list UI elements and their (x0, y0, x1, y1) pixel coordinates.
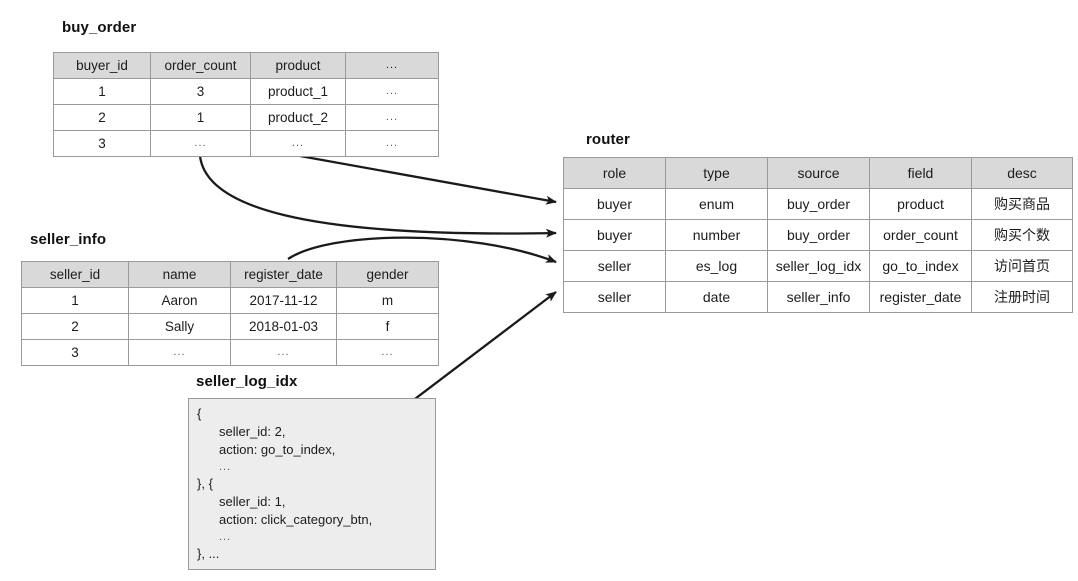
table-row: 3 ... ... ... (21, 339, 439, 366)
arrow-sellerinfo-registerdate-to-router-row4 (287, 236, 557, 264)
code-line: action: click_category_btn, (219, 512, 373, 527)
cell: date (665, 281, 768, 313)
code-line: seller_id: 1, (219, 494, 286, 509)
router-table: role type source field desc buyer enum b… (563, 157, 1073, 313)
table-header-row: seller_id name register_date gender (21, 261, 439, 288)
column-header: order_count (150, 52, 251, 79)
table-row: 1 3 product_1 ... (53, 78, 439, 105)
cell: order_count (869, 219, 972, 251)
cell: es_log (665, 250, 768, 282)
column-header: type (665, 157, 768, 189)
cell: go_to_index (869, 250, 972, 282)
table-header-row: role type source field desc (563, 157, 1073, 189)
column-header: buyer_id (53, 52, 151, 79)
column-header: seller_id (21, 261, 129, 288)
code-line: action: go_to_index, (219, 442, 336, 457)
code-line: ... (219, 461, 232, 473)
diagram-canvas: buy_order buyer_id order_count product .… (0, 0, 1078, 581)
seller-log-idx-title: seller_log_idx (196, 373, 298, 390)
column-header: role (563, 157, 666, 189)
cell: product (869, 188, 972, 220)
column-header: source (767, 157, 870, 189)
seller-info-table: seller_id name register_date gender 1 Aa… (21, 261, 439, 366)
seller-log-idx-code-box: { seller_id: 2, action: go_to_index, ...… (188, 398, 436, 570)
table-row: 1 Aaron 2017-11-12 m (21, 287, 439, 314)
cell: seller_info (767, 281, 870, 313)
cell: 注册时间 (971, 281, 1073, 313)
table-row: 2 1 product_2 ... (53, 104, 439, 131)
column-header: desc (971, 157, 1073, 189)
router-title: router (586, 131, 630, 148)
cell: 3 (53, 130, 151, 157)
cell: ... (250, 130, 346, 157)
table-row: buyer enum buy_order product 购买商品 (563, 188, 1073, 220)
cell: 3 (21, 339, 129, 366)
column-header: product (250, 52, 346, 79)
column-header: field (869, 157, 972, 189)
cell: m (336, 287, 439, 314)
arrow-buyorder-product-to-router-row1 (299, 154, 557, 205)
cell: 3 (150, 78, 251, 105)
cell: ... (336, 339, 439, 366)
table-header-row: buyer_id order_count product ... (53, 52, 439, 79)
cell: 2018-01-03 (230, 313, 337, 340)
cell: 2 (21, 313, 129, 340)
cell: enum (665, 188, 768, 220)
cell: register_date (869, 281, 972, 313)
cell: 1 (21, 287, 129, 314)
cell: number (665, 219, 768, 251)
cell: 1 (150, 104, 251, 131)
cell: ... (128, 339, 231, 366)
column-header: name (128, 261, 231, 288)
cell: 2 (53, 104, 151, 131)
table-row: buyer number buy_order order_count 购买个数 (563, 219, 1073, 251)
seller-info-title: seller_info (30, 231, 107, 248)
cell: ... (345, 78, 439, 105)
cell: buy_order (767, 219, 870, 251)
cell: buyer (563, 219, 666, 251)
cell: 2017-11-12 (230, 287, 337, 314)
column-header: register_date (230, 261, 337, 288)
code-line: }, ... (197, 546, 220, 561)
cell: product_2 (250, 104, 346, 131)
cell: Sally (128, 313, 231, 340)
cell: buyer (563, 188, 666, 220)
code-line: ... (219, 531, 232, 543)
column-header: gender (336, 261, 439, 288)
cell: product_1 (250, 78, 346, 105)
cell: buy_order (767, 188, 870, 220)
cell: ... (345, 130, 439, 157)
cell: ... (150, 130, 251, 157)
cell: seller_log_idx (767, 250, 870, 282)
cell: ... (345, 104, 439, 131)
cell: Aaron (128, 287, 231, 314)
arrow-buyorder-ordercount-to-router-row2 (198, 155, 557, 238)
table-row: seller date seller_info register_date 注册… (563, 281, 1073, 313)
cell: 购买个数 (971, 219, 1073, 251)
code-line: { (197, 406, 202, 421)
column-header: ... (345, 52, 439, 79)
code-line: }, { (197, 476, 213, 491)
code-line: seller_id: 2, (219, 424, 286, 439)
buy-order-title: buy_order (62, 19, 137, 36)
cell: f (336, 313, 439, 340)
cell: seller (563, 281, 666, 313)
cell: seller (563, 250, 666, 282)
cell: ... (230, 339, 337, 366)
cell: 访问首页 (971, 250, 1073, 282)
table-row: seller es_log seller_log_idx go_to_index… (563, 250, 1073, 282)
table-row: 3 ... ... ... (53, 130, 439, 157)
cell: 购买商品 (971, 188, 1073, 220)
cell: 1 (53, 78, 151, 105)
table-row: 2 Sally 2018-01-03 f (21, 313, 439, 340)
buy-order-table: buyer_id order_count product ... 1 3 pro… (53, 52, 439, 157)
